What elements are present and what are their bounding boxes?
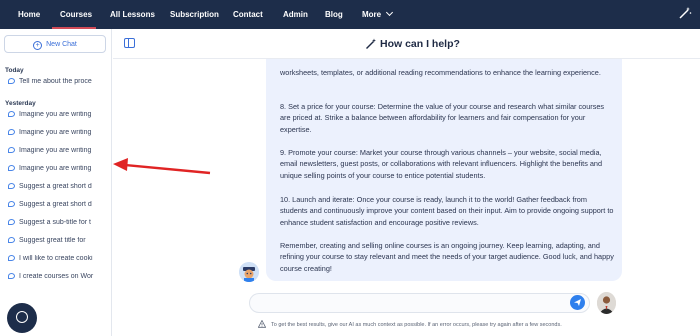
chat-history-label: I will like to create cooki [19, 255, 93, 262]
nav-subscription[interactable]: Subscription [170, 0, 219, 29]
chat-history-label: I create courses on Wor [19, 273, 94, 280]
disclaimer-text: To get the best results, give our AI as … [271, 322, 562, 328]
chat-history-label: Suggest a great short d [19, 183, 92, 190]
chevron-down-icon [386, 8, 394, 17]
chat-history-item[interactable]: I create courses on Wor [8, 273, 108, 285]
nav-courses[interactable]: Courses [60, 0, 92, 29]
nav-home[interactable]: Home [18, 0, 40, 29]
chat-history-label: Suggest a sub-title for t [19, 219, 91, 226]
chat-history-item[interactable]: Tell me about the proce [8, 78, 108, 90]
sidebar-toggle-icon[interactable] [124, 38, 135, 48]
chat-history-label: Tell me about the proce [19, 78, 92, 85]
send-icon [574, 299, 581, 306]
top-navigation: Home Courses All Lessons Subscription Co… [0, 0, 700, 29]
warning-icon [258, 320, 266, 328]
message-input[interactable] [260, 297, 560, 310]
chat-bubble-icon [8, 237, 15, 243]
user-avatar[interactable] [597, 292, 616, 314]
chat-bubble-icon [8, 255, 15, 261]
chat-history-label: Imagine you are writing [19, 111, 92, 118]
chat-history-item[interactable]: Imagine you are writing [8, 129, 108, 141]
page-title: How can I help? [380, 38, 460, 50]
chat-history-item[interactable]: Suggest a sub-title for t [8, 219, 108, 231]
chat-bubble-icon [8, 111, 15, 117]
message-paragraph: 9. Promote your course: Market your cour… [280, 148, 603, 180]
disclaimer: To get the best results, give our AI as … [258, 320, 562, 328]
chat-history-item[interactable]: Suggest great title for [8, 237, 108, 249]
chat-bubble-icon [8, 183, 15, 189]
message-paragraph: Remember, creating and selling online co… [280, 241, 614, 273]
nav-contact[interactable]: Contact [233, 0, 263, 29]
message-paragraph: 8. Set a price for your course: Determin… [280, 102, 605, 134]
chat-history-sidebar: + New Chat Today Tell me about the proce … [0, 29, 112, 336]
nav-more[interactable]: More [362, 0, 394, 29]
nav-all-lessons[interactable]: All Lessons [110, 0, 155, 29]
chat-history-label: Suggest a great short d [19, 201, 92, 208]
chat-history-label: Imagine you are writing [19, 147, 92, 154]
chat-history-item[interactable]: Imagine you are writing [8, 147, 108, 159]
new-chat-button[interactable]: + New Chat [4, 35, 106, 53]
chat-bubble-icon [8, 273, 15, 279]
chat-history-label: Imagine you are writing [19, 129, 92, 136]
chat-history-item[interactable]: Imagine you are writing [8, 165, 108, 177]
section-yesterday: Yesterday [5, 100, 36, 107]
nav-blog[interactable]: Blog [325, 0, 343, 29]
message-input-container [249, 293, 590, 313]
assistant-avatar [239, 262, 259, 282]
chat-bubble-icon [8, 78, 15, 84]
plus-circle-icon: + [33, 41, 43, 50]
chat-bubble-icon [8, 201, 15, 207]
magic-wand-icon [366, 38, 376, 49]
chat-bubble-icon [8, 165, 15, 171]
magic-wand-icon[interactable] [678, 6, 692, 20]
chat-bubble-icon [8, 129, 15, 135]
chat-bubble-icon [8, 147, 15, 153]
nav-admin[interactable]: Admin [283, 0, 308, 29]
section-today: Today [5, 67, 24, 74]
chat-history-item[interactable]: I will like to create cooki [8, 255, 108, 267]
chat-history-label: Imagine you are writing [19, 165, 92, 172]
chat-history-item[interactable]: Imagine you are writing [8, 111, 108, 123]
send-button[interactable] [570, 295, 585, 310]
chat-history-label: Suggest great title for [19, 237, 86, 244]
new-chat-label: New Chat [46, 41, 77, 48]
help-chat-button[interactable] [7, 303, 37, 333]
chat-bubble-icon [8, 219, 15, 225]
chat-history-item[interactable]: Suggest a great short d [8, 201, 108, 213]
help-chat-icon [16, 311, 28, 323]
chat-history-item[interactable]: Suggest a great short d [8, 183, 108, 195]
nav-more-label: More [362, 10, 382, 19]
message-paragraph: worksheets, templates, or additional rea… [280, 68, 601, 77]
chat-header: How can I help? [113, 29, 700, 59]
message-paragraph: 10. Launch and iterate: Once your course… [280, 195, 614, 227]
